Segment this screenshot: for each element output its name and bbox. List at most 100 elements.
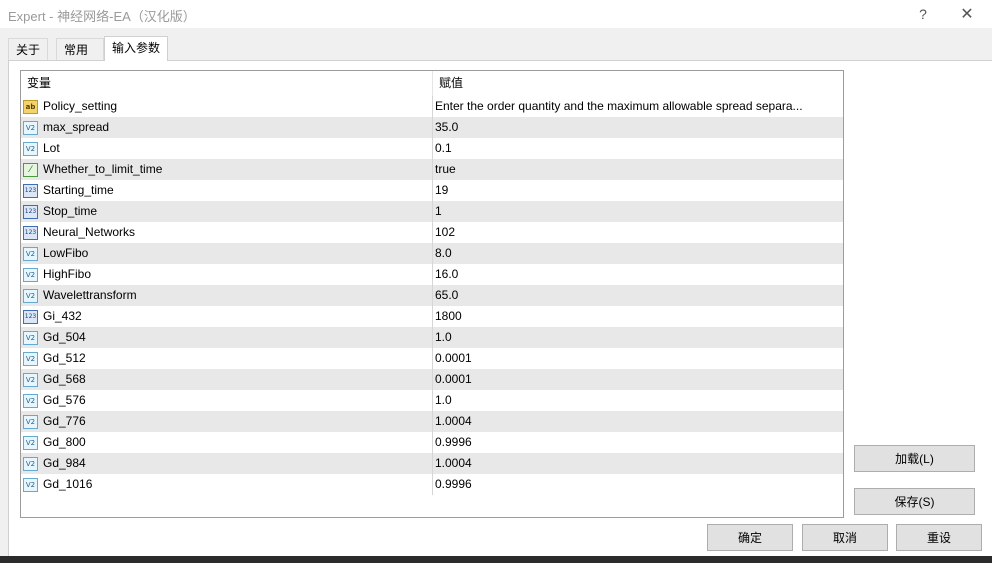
- variable-cell[interactable]: V2 Gd_984: [21, 453, 433, 474]
- variable-name: Gd_800: [43, 435, 86, 449]
- close-button[interactable]: ✕: [946, 0, 988, 28]
- table-row[interactable]: V2 Gd_776 1.0004: [21, 411, 843, 432]
- value-cell[interactable]: 0.0001: [433, 348, 843, 369]
- table-row[interactable]: V2 Gd_504 1.0: [21, 327, 843, 348]
- bool-type-icon: ⁄: [23, 162, 38, 177]
- value-cell[interactable]: 0.0001: [433, 369, 843, 390]
- table-row[interactable]: V2 Lot 0.1: [21, 138, 843, 159]
- variable-cell[interactable]: V2 LowFibo: [21, 243, 433, 264]
- title-bar: Expert - 神经网络-EA（汉化版） ? ✕: [0, 0, 992, 28]
- variable-name: HighFibo: [43, 267, 92, 281]
- variable-cell[interactable]: V2 Gd_512: [21, 348, 433, 369]
- double-type-icon: V2: [23, 267, 38, 282]
- table-row[interactable]: 123 Neural_Networks 102: [21, 222, 843, 243]
- tab-about[interactable]: 关于: [8, 38, 48, 60]
- value-cell[interactable]: 0.9996: [433, 432, 843, 453]
- variable-cell[interactable]: V2 Lot: [21, 138, 433, 159]
- value-cell[interactable]: 35.0: [433, 117, 843, 138]
- variable-name: Neural_Networks: [43, 225, 136, 239]
- table-row[interactable]: V2 Gd_512 0.0001: [21, 348, 843, 369]
- variable-name: Gd_776: [43, 414, 86, 428]
- variable-name: Gd_568: [43, 372, 86, 386]
- variable-name: Gd_984: [43, 456, 86, 470]
- double-type-icon: V2: [23, 141, 38, 156]
- variable-name: Wavelettransform: [43, 288, 137, 302]
- reset-button[interactable]: 重设: [896, 524, 982, 551]
- table-row[interactable]: V2 Wavelettransform 65.0: [21, 285, 843, 306]
- variable-name: Starting_time: [43, 183, 114, 197]
- table-row[interactable]: V2 LowFibo 8.0: [21, 243, 843, 264]
- tab-common[interactable]: 常用: [56, 38, 104, 60]
- table-row[interactable]: 123 Gi_432 1800: [21, 306, 843, 327]
- variable-cell[interactable]: V2 Gd_800: [21, 432, 433, 453]
- string-type-icon: ab: [23, 99, 38, 114]
- integer-type-icon: 123: [23, 309, 38, 324]
- variable-name: Gd_576: [43, 393, 86, 407]
- value-cell[interactable]: 1: [433, 201, 843, 222]
- variable-cell[interactable]: 123 Starting_time: [21, 180, 433, 201]
- variable-cell[interactable]: V2 Gd_776: [21, 411, 433, 432]
- table-header: 变量 赋值: [21, 71, 843, 96]
- table-row[interactable]: V2 Gd_568 0.0001: [21, 369, 843, 390]
- load-button[interactable]: 加载(L): [854, 445, 975, 472]
- value-cell[interactable]: 65.0: [433, 285, 843, 306]
- table-row[interactable]: V2 HighFibo 16.0: [21, 264, 843, 285]
- close-icon: ✕: [960, 6, 974, 23]
- double-type-icon: V2: [23, 288, 38, 303]
- variable-cell[interactable]: V2 Gd_1016: [21, 474, 433, 495]
- value-cell[interactable]: 0.9996: [433, 474, 843, 495]
- value-cell[interactable]: 1.0004: [433, 411, 843, 432]
- value-cell[interactable]: Enter the order quantity and the maximum…: [433, 96, 843, 117]
- tab-inputs[interactable]: 输入参数: [104, 36, 168, 61]
- variable-cell[interactable]: 123 Neural_Networks: [21, 222, 433, 243]
- variable-cell[interactable]: ⁄ Whether_to_limit_time: [21, 159, 433, 180]
- value-cell[interactable]: 16.0: [433, 264, 843, 285]
- variable-name: Stop_time: [43, 204, 98, 218]
- table-row[interactable]: 123 Stop_time 1: [21, 201, 843, 222]
- table-body: ab Policy_setting Enter the order quantity…: [21, 96, 843, 495]
- table-row[interactable]: ⁄ Whether_to_limit_time true: [21, 159, 843, 180]
- variable-cell[interactable]: V2 Wavelettransform: [21, 285, 433, 306]
- value-cell[interactable]: 19: [433, 180, 843, 201]
- double-type-icon: V2: [23, 435, 38, 450]
- table-row[interactable]: V2 max_spread 35.0: [21, 117, 843, 138]
- variable-cell[interactable]: 123 Stop_time: [21, 201, 433, 222]
- value-cell[interactable]: 1.0: [433, 327, 843, 348]
- table-row[interactable]: V2 Gd_800 0.9996: [21, 432, 843, 453]
- variable-cell[interactable]: V2 Gd_576: [21, 390, 433, 411]
- variable-cell[interactable]: V2 Gd_568: [21, 369, 433, 390]
- value-cell[interactable]: true: [433, 159, 843, 180]
- table-row[interactable]: 123 Starting_time 19: [21, 180, 843, 201]
- value-cell[interactable]: 0.1: [433, 138, 843, 159]
- value-cell[interactable]: 1800: [433, 306, 843, 327]
- variable-name: Gd_504: [43, 330, 86, 344]
- value-cell[interactable]: 1.0: [433, 390, 843, 411]
- table-row[interactable]: ab Policy_setting Enter the order quantity…: [21, 96, 843, 117]
- help-button[interactable]: ?: [902, 0, 944, 28]
- variable-name: Gd_512: [43, 351, 86, 365]
- variable-cell[interactable]: ab Policy_setting: [21, 96, 433, 117]
- save-button[interactable]: 保存(S): [854, 488, 975, 515]
- value-cell[interactable]: 102: [433, 222, 843, 243]
- variable-name: max_spread: [43, 120, 110, 134]
- window-title: Expert - 神经网络-EA（汉化版）: [8, 9, 196, 24]
- variable-cell[interactable]: V2 max_spread: [21, 117, 433, 138]
- cancel-button[interactable]: 取消: [802, 524, 888, 551]
- variable-cell[interactable]: 123 Gi_432: [21, 306, 433, 327]
- value-cell[interactable]: 8.0: [433, 243, 843, 264]
- table-row[interactable]: V2 Gd_984 1.0004: [21, 453, 843, 474]
- variable-name: Gd_1016: [43, 477, 93, 491]
- double-type-icon: V2: [23, 393, 38, 408]
- integer-type-icon: 123: [23, 183, 38, 198]
- taskbar-edge: [0, 556, 992, 563]
- value-cell[interactable]: 1.0004: [433, 453, 843, 474]
- table-row[interactable]: V2 Gd_1016 0.9996: [21, 474, 843, 495]
- table-row[interactable]: V2 Gd_576 1.0: [21, 390, 843, 411]
- input-parameters-table[interactable]: 变量 赋值 ab Policy_setting Enter the order qu…: [20, 70, 844, 518]
- column-header-variable[interactable]: 变量: [21, 71, 433, 96]
- column-header-value[interactable]: 赋值: [433, 71, 843, 96]
- variable-cell[interactable]: V2 HighFibo: [21, 264, 433, 285]
- ok-button[interactable]: 确定: [707, 524, 793, 551]
- help-icon: ?: [919, 6, 927, 22]
- variable-cell[interactable]: V2 Gd_504: [21, 327, 433, 348]
